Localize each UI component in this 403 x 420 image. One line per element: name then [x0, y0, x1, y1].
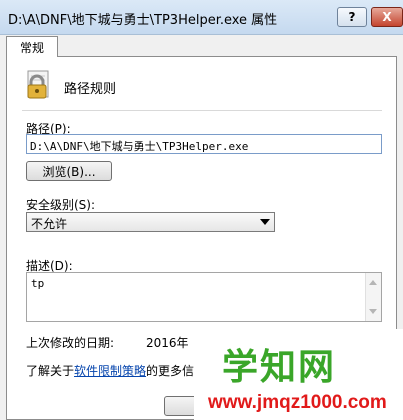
divider [22, 110, 382, 111]
help-button[interactable]: ? [337, 7, 367, 27]
close-button[interactable]: X [371, 7, 403, 27]
modified-value: 2016年 [146, 336, 189, 350]
security-level-value: 不允许 [31, 217, 68, 231]
description-field[interactable]: tp [26, 272, 382, 322]
chevron-down-icon [260, 219, 270, 225]
path-field[interactable]: D:\A\DNF\地下城与勇士\TP3Helper.exe [26, 134, 382, 154]
security-level-label: 安全级别(S): [26, 198, 96, 212]
scroll-down-icon[interactable] [369, 309, 377, 314]
tab-general[interactable]: 常规 [6, 36, 58, 57]
watermark-url: www.jmqz1000.com [208, 392, 387, 413]
modified-label: 上次修改的日期: [26, 336, 115, 350]
window-title: D:\A\DNF\地下城与勇士\TP3Helper.exe 属性 [8, 13, 278, 28]
learn-more-prefix: 了解关于 [26, 364, 75, 378]
description-scrollbar[interactable] [365, 273, 381, 321]
description-text: tp [31, 277, 45, 290]
browse-button[interactable]: 浏览(B)... [26, 161, 112, 181]
learn-more-text: 了解关于软件限制策略的更多信 [26, 362, 194, 379]
lock-icon [27, 70, 49, 99]
watermark-logo-text: 学知网 [222, 347, 337, 388]
software-restriction-link[interactable]: 软件限制策略 [74, 364, 146, 378]
security-level-select[interactable]: 不允许 [26, 212, 275, 232]
scroll-up-icon[interactable] [369, 280, 377, 285]
title-bar: D:\A\DNF\地下城与勇士\TP3Helper.exe 属性 ? X [0, 0, 403, 35]
rule-title: 路径规则 [64, 82, 117, 97]
learn-more-suffix: 的更多信 [146, 364, 195, 378]
tab-strip: 常规 [0, 34, 403, 57]
